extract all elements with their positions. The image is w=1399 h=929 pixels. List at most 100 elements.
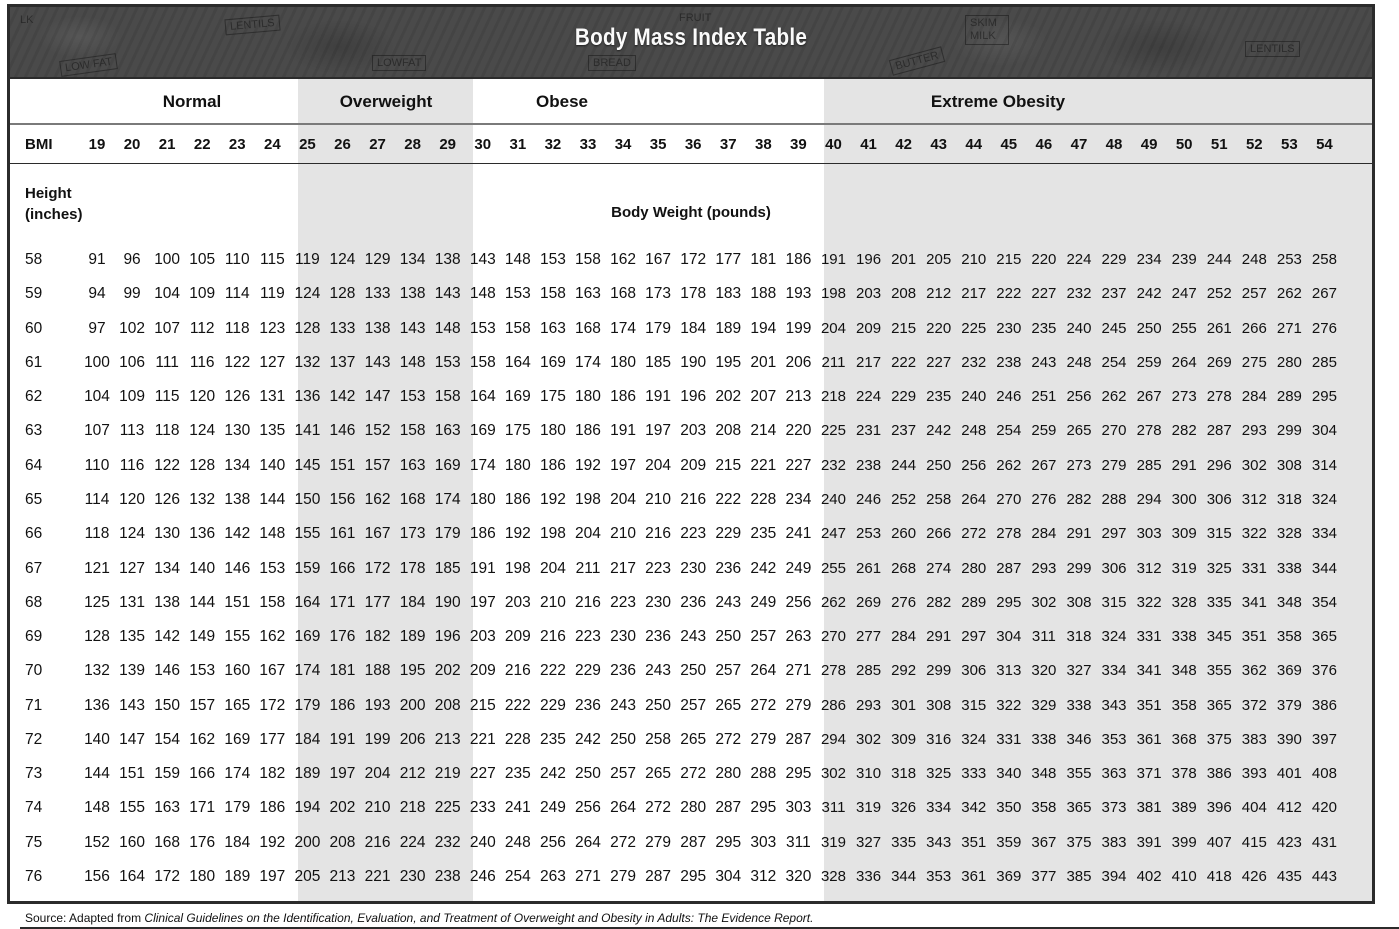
weight-value: 148 (434, 319, 461, 337)
weight-value: 333 (961, 765, 987, 783)
weight-value: 270 (1101, 422, 1127, 440)
weight-value: 383 (1241, 730, 1267, 748)
weight-value: 164 (294, 593, 321, 611)
weight-value: 191 (610, 422, 636, 440)
weight-value: 112 (189, 319, 215, 337)
weight-value: 227 (926, 353, 952, 371)
weight-value: 285 (1311, 353, 1337, 371)
category-overweight: Overweight (339, 92, 433, 111)
weight-value: 375 (1206, 730, 1232, 748)
weight-value: 142 (224, 525, 251, 543)
weight-value: 240 (469, 833, 496, 851)
weight-value: 229 (1101, 251, 1127, 268)
weight-value: 245 (1101, 319, 1127, 337)
weight-value: 324 (1311, 490, 1337, 508)
weight-value: 386 (1206, 765, 1232, 783)
height-value: 73 (25, 765, 43, 783)
weight-value: 110 (84, 456, 110, 474)
weight-value: 355 (1206, 662, 1232, 680)
weight-value: 169 (539, 353, 566, 371)
weight-value: 136 (294, 388, 321, 406)
weight-value: 122 (154, 456, 181, 474)
weight-value: 402 (1136, 868, 1162, 886)
table-row: 70 132 139 146 153 160 167 174 181 188 195 202 209 21… (10, 654, 1372, 688)
weight-value: 248 (504, 833, 531, 851)
weight-value: 134 (154, 559, 181, 577)
weight-value: 169 (469, 422, 496, 440)
weight-value: 204 (820, 319, 846, 337)
weight-value: 243 (1031, 353, 1057, 371)
height-value: 67 (25, 559, 43, 577)
weight-value: 420 (1311, 799, 1337, 817)
weight-value: 412 (1276, 799, 1302, 817)
weight-value: 155 (224, 628, 251, 646)
weight-value: 114 (224, 285, 250, 303)
weight-value: 286 (820, 696, 846, 714)
weight-value: 198 (575, 490, 601, 508)
weight-value: 246 (469, 868, 496, 886)
weight-value: 215 (715, 456, 742, 474)
weight-value: 269 (1206, 353, 1232, 371)
height-value: 75 (25, 833, 43, 851)
weight-value: 216 (539, 628, 566, 646)
weight-value: 240 (1066, 319, 1092, 337)
weight-value: 141 (294, 422, 321, 440)
weight-value: 172 (680, 251, 707, 268)
weight-value: 133 (364, 285, 391, 303)
weight-value: 138 (224, 490, 251, 508)
weight-value: 288 (750, 765, 777, 783)
weight-value: 320 (785, 868, 812, 886)
weight-value: 104 (154, 285, 181, 303)
weight-value: 210 (364, 799, 391, 817)
weight-value: 344 (891, 868, 917, 886)
weight-value: 208 (329, 833, 356, 851)
weight-value: 210 (539, 593, 566, 611)
weight-value: 181 (750, 251, 777, 268)
weight-value: 248 (1066, 353, 1092, 371)
weight-value: 193 (785, 285, 812, 303)
weight-value: 124 (329, 251, 356, 268)
weight-value: 156 (329, 490, 356, 508)
weight-value: 184 (294, 730, 321, 748)
weight-value: 204 (539, 559, 566, 577)
weight-value: 228 (750, 490, 777, 508)
weight-value: 118 (154, 422, 180, 440)
weight-value: 219 (434, 765, 461, 783)
weight-value: 196 (856, 251, 882, 268)
weight-value: 148 (84, 799, 110, 817)
weight-value: 148 (469, 285, 496, 303)
table-row: 60 97 102 107 112 118 123 128 133 138 143 148 153 158… (10, 312, 1372, 346)
weight-value: 250 (610, 730, 636, 748)
weight-value: 284 (1031, 525, 1057, 543)
weight-value: 272 (645, 799, 672, 817)
height-label-line2: (inches) (25, 206, 83, 223)
weight-value: 287 (645, 868, 672, 886)
weight-value: 220 (1031, 251, 1057, 268)
weight-value: 174 (575, 353, 601, 371)
weight-value: 287 (680, 833, 707, 851)
weight-value: 192 (575, 456, 601, 474)
bmi-value: 41 (860, 136, 877, 153)
weight-value: 375 (1066, 833, 1092, 851)
weight-value: 96 (123, 251, 141, 268)
weight-value: 331 (1136, 628, 1162, 646)
weight-value: 373 (1101, 799, 1127, 817)
weight-value: 191 (645, 388, 672, 406)
table-row: 66 118 124 130 136 142 148 155 161 167 173 179 186 19… (10, 517, 1372, 551)
table-row: 71 136 143 150 157 165 172 179 186 193 200 208 215 22… (10, 689, 1372, 723)
weight-value: 251 (1031, 388, 1057, 406)
weight-value: 247 (820, 525, 846, 543)
bmi-value: 36 (684, 136, 702, 153)
weight-value: 299 (1276, 422, 1302, 440)
table-row: 76 156 164 172 180 189 197 205 213 221 230 238 246 25… (10, 860, 1372, 894)
weight-value: 152 (84, 833, 110, 851)
height-value: 63 (25, 422, 43, 440)
weight-value: 230 (645, 593, 672, 611)
weight-value: 209 (856, 319, 882, 337)
weight-value: 213 (785, 388, 812, 406)
weight-value: 341 (1136, 662, 1162, 680)
weight-value: 262 (996, 456, 1022, 474)
weight-value: 243 (715, 593, 742, 611)
weight-value: 343 (1101, 696, 1127, 714)
weight-value: 190 (680, 353, 707, 371)
